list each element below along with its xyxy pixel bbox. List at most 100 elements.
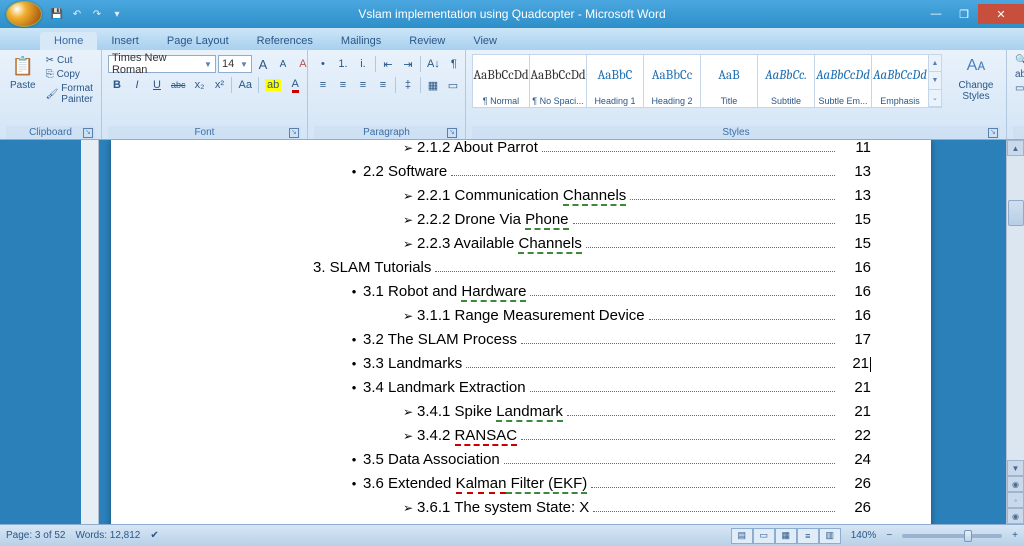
cut-button[interactable]: ✂Cut <box>44 54 95 67</box>
replace-icon: ab <box>1015 69 1024 80</box>
numbering-button[interactable]: 1. <box>334 55 352 73</box>
proofing-icon[interactable]: ✔ <box>150 530 158 541</box>
toc-entry: ➢3.1.1 Range Measurement Device 16 <box>399 304 871 328</box>
clipboard-group-label: Clipboard↘ <box>6 126 95 139</box>
tab-home[interactable]: Home <box>40 32 97 50</box>
status-bar: Page: 3 of 52 Words: 12,812 ✔ ▤ ▭ ▦ ≡ ▥ … <box>0 524 1024 546</box>
toc-entry: •2.2 Software 13 <box>345 160 871 184</box>
page-indicator[interactable]: Page: 3 of 52 <box>6 530 66 541</box>
scroll-down-button[interactable]: ▼ <box>1007 460 1024 476</box>
zoom-out-button[interactable]: − <box>886 530 892 541</box>
decrease-indent-button[interactable]: ⇤ <box>379 55 397 73</box>
font-name-combo[interactable]: Times New Roman▼ <box>108 55 216 73</box>
styles-scroll[interactable]: ▲▼⌄ <box>928 54 942 108</box>
format-painter-button[interactable]: 🖌Format Painter <box>44 82 95 106</box>
scroll-thumb[interactable] <box>1008 200 1024 226</box>
qat-redo-icon[interactable]: ↷ <box>88 5 106 23</box>
show-marks-button[interactable]: ¶ <box>445 55 463 73</box>
zoom-thumb[interactable] <box>964 530 972 542</box>
font-size-combo[interactable]: 14▼ <box>218 55 252 73</box>
style-item-7[interactable]: AaBbCcDdEmphasis <box>871 54 929 108</box>
next-page-button[interactable]: ◉ <box>1007 508 1024 524</box>
shading-button[interactable]: ▦ <box>424 76 442 94</box>
close-button[interactable]: ✕ <box>978 4 1024 24</box>
multilevel-button[interactable]: i. <box>354 55 372 73</box>
word-count[interactable]: Words: 12,812 <box>76 530 141 541</box>
print-layout-view[interactable]: ▤ <box>731 528 753 544</box>
line-spacing-button[interactable]: ‡ <box>399 76 417 94</box>
sort-button[interactable]: A↓ <box>424 55 443 73</box>
vertical-ruler[interactable] <box>81 140 99 524</box>
tab-insert[interactable]: Insert <box>97 32 153 50</box>
clipboard-group: 📋 Paste ✂Cut ⎘Copy 🖌Format Painter Clipb… <box>0 50 102 139</box>
styles-group-label: Styles↘ <box>472 126 1000 139</box>
style-item-6[interactable]: AaBbCcDdSubtle Em... <box>814 54 872 108</box>
align-left-button[interactable]: ≡ <box>314 76 332 94</box>
cut-icon: ✂ <box>46 55 54 66</box>
full-screen-view[interactable]: ▭ <box>753 528 775 544</box>
qat-undo-icon[interactable]: ↶ <box>68 5 86 23</box>
style-item-5[interactable]: AaBbCc.Subtitle <box>757 54 815 108</box>
style-item-0[interactable]: AaBbCcDd¶ Normal <box>472 54 530 108</box>
outline-view[interactable]: ≡ <box>797 528 819 544</box>
toc-entry: ➢2.2.3 Available Channels 15 <box>399 232 871 256</box>
select-icon: ▭ <box>1015 83 1024 94</box>
qat-save-icon[interactable]: 💾 <box>48 5 66 23</box>
tab-page-layout[interactable]: Page Layout <box>153 32 243 50</box>
zoom-level[interactable]: 140% <box>851 530 877 541</box>
bullets-button[interactable]: • <box>314 55 332 73</box>
font-color-button[interactable]: A <box>286 76 304 94</box>
strike-button[interactable]: abc <box>168 76 189 94</box>
superscript-button[interactable]: x² <box>210 76 228 94</box>
underline-button[interactable]: U <box>148 76 166 94</box>
document-page[interactable]: ➢2.1.2 About Parrot 11•2.2 Software 13➢2… <box>111 140 931 524</box>
zoom-slider[interactable] <box>902 534 1002 538</box>
draft-view[interactable]: ▥ <box>819 528 841 544</box>
highlight-button[interactable]: ab <box>262 76 284 94</box>
browse-object-button[interactable]: ◦ <box>1007 492 1024 508</box>
select-button[interactable]: ▭Select ▾ <box>1013 82 1024 95</box>
align-right-button[interactable]: ≡ <box>354 76 372 94</box>
tab-review[interactable]: Review <box>395 32 459 50</box>
paste-button[interactable]: 📋 Paste <box>6 52 40 93</box>
style-item-1[interactable]: AaBbCcDd¶ No Spaci... <box>529 54 587 108</box>
minimize-button[interactable]: — <box>922 4 950 24</box>
italic-button[interactable]: I <box>128 76 146 94</box>
borders-button[interactable]: ▭ <box>444 76 462 94</box>
view-buttons: ▤ ▭ ▦ ≡ ▥ <box>731 528 841 544</box>
scroll-up-button[interactable]: ▲ <box>1007 140 1024 156</box>
tab-references[interactable]: References <box>243 32 327 50</box>
paragraph-group: • 1. i. ⇤ ⇥ A↓ ¶ ≡ ≡ ≡ ≡ ‡ ▦ ▭ <box>308 50 466 139</box>
office-button[interactable] <box>6 1 42 27</box>
style-item-4[interactable]: AaBTitle <box>700 54 758 108</box>
style-item-2[interactable]: AaBbCHeading 1 <box>586 54 644 108</box>
grow-font-button[interactable]: A <box>254 55 272 73</box>
prev-page-button[interactable]: ◉ <box>1007 476 1024 492</box>
vertical-scrollbar[interactable]: ▲ ▼ ◉ ◦ ◉ <box>1006 140 1024 524</box>
change-styles-button[interactable]: Aᴀ Change Styles <box>952 52 1000 104</box>
bold-button[interactable]: B <box>108 76 126 94</box>
replace-button[interactable]: abReplace <box>1013 68 1024 81</box>
style-item-3[interactable]: AaBbCcHeading 2 <box>643 54 701 108</box>
paragraph-dialog-launcher[interactable]: ↘ <box>447 128 457 138</box>
tab-mailings[interactable]: Mailings <box>327 32 395 50</box>
clipboard-dialog-launcher[interactable]: ↘ <box>83 128 93 138</box>
font-group: Times New Roman▼ 14▼ A A A B I U abc x₂ … <box>102 50 308 139</box>
align-center-button[interactable]: ≡ <box>334 76 352 94</box>
maximize-button[interactable]: ❐ <box>950 4 978 24</box>
styles-dialog-launcher[interactable]: ↘ <box>988 128 998 138</box>
find-button[interactable]: 🔍Find ▾ <box>1013 54 1024 67</box>
increase-indent-button[interactable]: ⇥ <box>399 55 417 73</box>
find-icon: 🔍 <box>1015 55 1024 66</box>
copy-button[interactable]: ⎘Copy <box>44 68 95 81</box>
zoom-in-button[interactable]: + <box>1012 530 1018 541</box>
font-dialog-launcher[interactable]: ↘ <box>289 128 299 138</box>
toc-entry: ➢3.4.1 Spike Landmark 21 <box>399 400 871 424</box>
subscript-button[interactable]: x₂ <box>190 76 208 94</box>
qat-customize-icon[interactable]: ▾ <box>108 5 126 23</box>
change-case-button[interactable]: Aa <box>235 76 254 94</box>
shrink-font-button[interactable]: A <box>274 55 292 73</box>
tab-view[interactable]: View <box>459 32 511 50</box>
web-layout-view[interactable]: ▦ <box>775 528 797 544</box>
justify-button[interactable]: ≡ <box>374 76 392 94</box>
